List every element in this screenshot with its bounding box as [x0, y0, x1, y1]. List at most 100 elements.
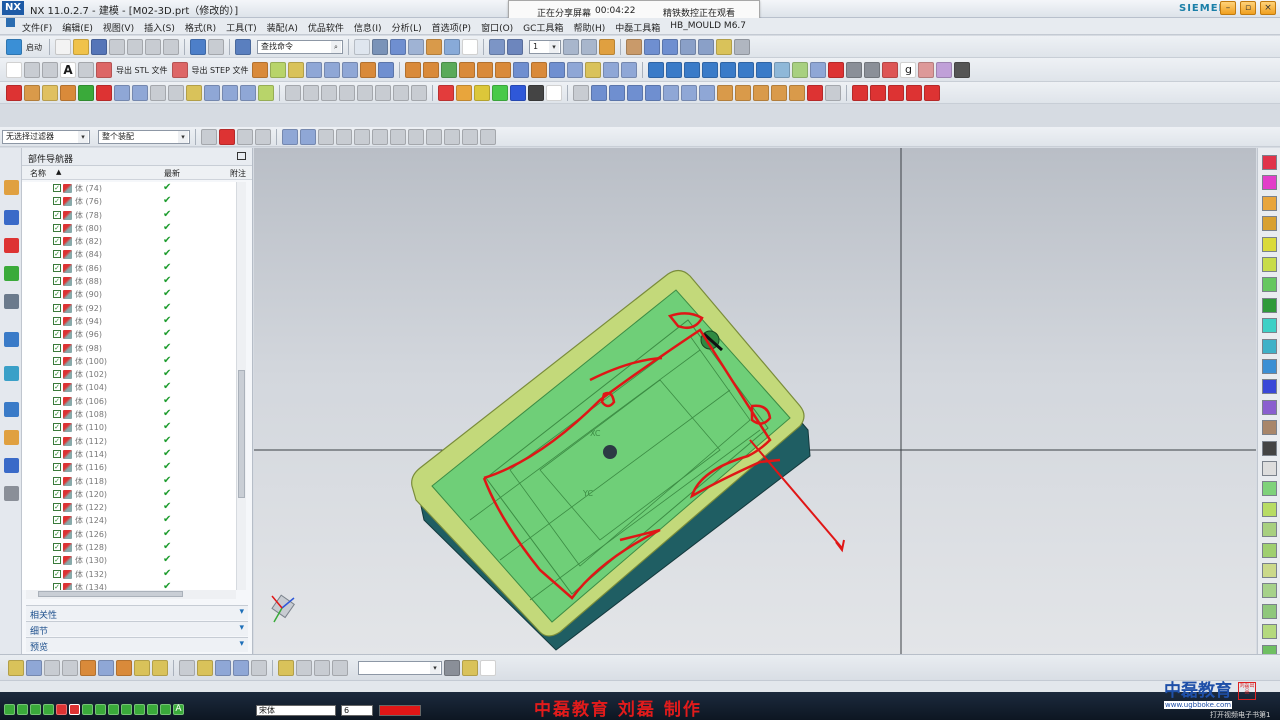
view-top-icon[interactable]: [666, 62, 683, 78]
grid-icon[interactable]: [44, 660, 60, 676]
color-swatch[interactable]: [1262, 379, 1277, 395]
measure-body-icon[interactable]: [644, 39, 660, 55]
snap-center-icon[interactable]: [318, 129, 334, 145]
export-stl-label[interactable]: 导出 STL 文件: [116, 65, 168, 76]
datum-plane-icon[interactable]: [24, 62, 40, 78]
system-materials-icon[interactable]: [4, 402, 19, 417]
visibility-checkbox[interactable]: ✓: [53, 410, 61, 419]
chevron-down-icon[interactable]: ▾: [239, 639, 244, 649]
translucency-icon[interactable]: [936, 62, 953, 78]
menu-item[interactable]: 优品软件: [303, 18, 349, 37]
thicken-icon[interactable]: [609, 85, 625, 101]
visibility-checkbox[interactable]: ✓: [53, 569, 61, 578]
trim-body-icon[interactable]: [513, 62, 530, 78]
visibility-checkbox[interactable]: ✓: [53, 237, 61, 246]
clip-icon[interactable]: [62, 660, 78, 676]
open-folder-icon[interactable]: [73, 39, 89, 55]
electrode-icon[interactable]: [240, 85, 256, 101]
taskbar-draw-icon[interactable]: [4, 704, 15, 715]
save-icon[interactable]: [91, 39, 107, 55]
mirror-icon[interactable]: [441, 62, 458, 78]
taskbar-marker-icon[interactable]: [82, 704, 93, 715]
snap-quadrant-icon[interactable]: [390, 129, 406, 145]
navigator-row[interactable]: ✓ 体 (122) ✔: [22, 501, 236, 514]
rectangle-select-icon[interactable]: [255, 129, 271, 145]
color-swatch[interactable]: [1262, 297, 1277, 313]
print-icon[interactable]: [444, 660, 460, 676]
navigator-row[interactable]: ✓ 体 (100) ✔: [22, 355, 236, 368]
visibility-checkbox[interactable]: ✓: [53, 370, 61, 379]
visibility-checkbox[interactable]: ✓: [53, 316, 61, 325]
pattern-icon[interactable]: [405, 62, 422, 78]
color-swatch[interactable]: [1262, 440, 1277, 456]
snap-on-curve-icon[interactable]: [426, 129, 442, 145]
visibility-checkbox[interactable]: ✓: [53, 503, 61, 512]
export-step-label[interactable]: 导出 STEP 文件: [192, 65, 249, 76]
color-swatch[interactable]: [1262, 542, 1277, 558]
snap-toggle-icon[interactable]: [8, 660, 24, 676]
insert-icon[interactable]: [771, 85, 787, 101]
g-tool-icon[interactable]: g: [900, 62, 917, 78]
process-studio-icon[interactable]: [4, 430, 19, 445]
section-view-icon[interactable]: [426, 39, 442, 55]
visibility-checkbox[interactable]: ✓: [53, 476, 61, 485]
taskbar-pen-icon[interactable]: [30, 704, 41, 715]
color-blue-icon[interactable]: [510, 85, 526, 101]
replace-face-icon[interactable]: [549, 62, 566, 78]
redo-icon[interactable]: [208, 39, 224, 55]
join-curve-icon[interactable]: [906, 85, 922, 101]
visibility-checkbox[interactable]: ✓: [53, 290, 61, 299]
layer-tools-icon[interactable]: [296, 660, 312, 676]
surface-icon[interactable]: [591, 85, 607, 101]
trim-curve-icon[interactable]: [870, 85, 886, 101]
delete-icon[interactable]: [163, 39, 179, 55]
navigator-row[interactable]: ✓ 体 (104) ✔: [22, 381, 236, 394]
check-region-icon[interactable]: [825, 85, 841, 101]
spline-icon[interactable]: [339, 85, 355, 101]
navigator-horizontal-scrollbar[interactable]: [26, 590, 236, 599]
color-swatch[interactable]: [1262, 563, 1277, 578]
sew-icon[interactable]: [627, 85, 643, 101]
taskbar-ellipse-icon[interactable]: [134, 704, 145, 715]
offset-face-icon[interactable]: [378, 62, 395, 78]
point-icon[interactable]: [78, 62, 94, 78]
hide-icon[interactable]: [846, 62, 863, 78]
navigator-row[interactable]: ✓ 体 (86) ✔: [22, 262, 236, 275]
subinsert-icon[interactable]: [168, 85, 184, 101]
navigator-row[interactable]: ✓ 体 (98) ✔: [22, 342, 236, 355]
core-icon[interactable]: [753, 85, 769, 101]
offset-curve-icon[interactable]: [357, 85, 373, 101]
command-finder-icon[interactable]: [235, 39, 251, 55]
color-swatch[interactable]: [1262, 501, 1277, 517]
menu-item[interactable]: 编辑(E): [57, 18, 98, 37]
render-style-icon[interactable]: [372, 39, 388, 55]
draft-icon[interactable]: [495, 62, 512, 78]
model-view[interactable]: XC YC: [254, 148, 1256, 654]
navigator-row[interactable]: ✓ 体 (92) ✔: [22, 302, 236, 315]
chevron-down-icon[interactable]: ▾: [239, 623, 244, 633]
rectangle-icon[interactable]: [573, 85, 589, 101]
revolve-icon[interactable]: [270, 62, 287, 78]
show-icon[interactable]: [864, 62, 881, 78]
taskbar-rect-icon[interactable]: [121, 704, 132, 715]
minimize-button[interactable]: –: [1220, 1, 1236, 15]
selection-options-icon[interactable]: [201, 129, 217, 145]
color-swatch[interactable]: [1262, 399, 1277, 415]
shape-icon[interactable]: [179, 660, 195, 676]
visibility-checkbox[interactable]: ✓: [53, 489, 61, 498]
view-back-icon[interactable]: [738, 62, 755, 78]
navigator-row[interactable]: ✓ 体 (76) ✔: [22, 195, 236, 208]
show-hide-icon[interactable]: [489, 39, 505, 55]
visibility-checkbox[interactable]: ✓: [53, 436, 61, 445]
taskbar-pencil-icon[interactable]: [69, 704, 80, 715]
color-swatch[interactable]: [1262, 318, 1277, 334]
color-black-icon[interactable]: [528, 85, 544, 101]
music-icon[interactable]: [480, 660, 496, 676]
sort-asc-icon[interactable]: ▲: [56, 168, 61, 176]
drafting-icon[interactable]: [215, 660, 231, 676]
mirror-view-icon[interactable]: [98, 660, 114, 676]
color-swatch[interactable]: [1262, 522, 1277, 538]
web-browser-icon[interactable]: [4, 332, 19, 347]
tools-icon[interactable]: [26, 660, 42, 676]
delete-face-icon[interactable]: [585, 62, 602, 78]
